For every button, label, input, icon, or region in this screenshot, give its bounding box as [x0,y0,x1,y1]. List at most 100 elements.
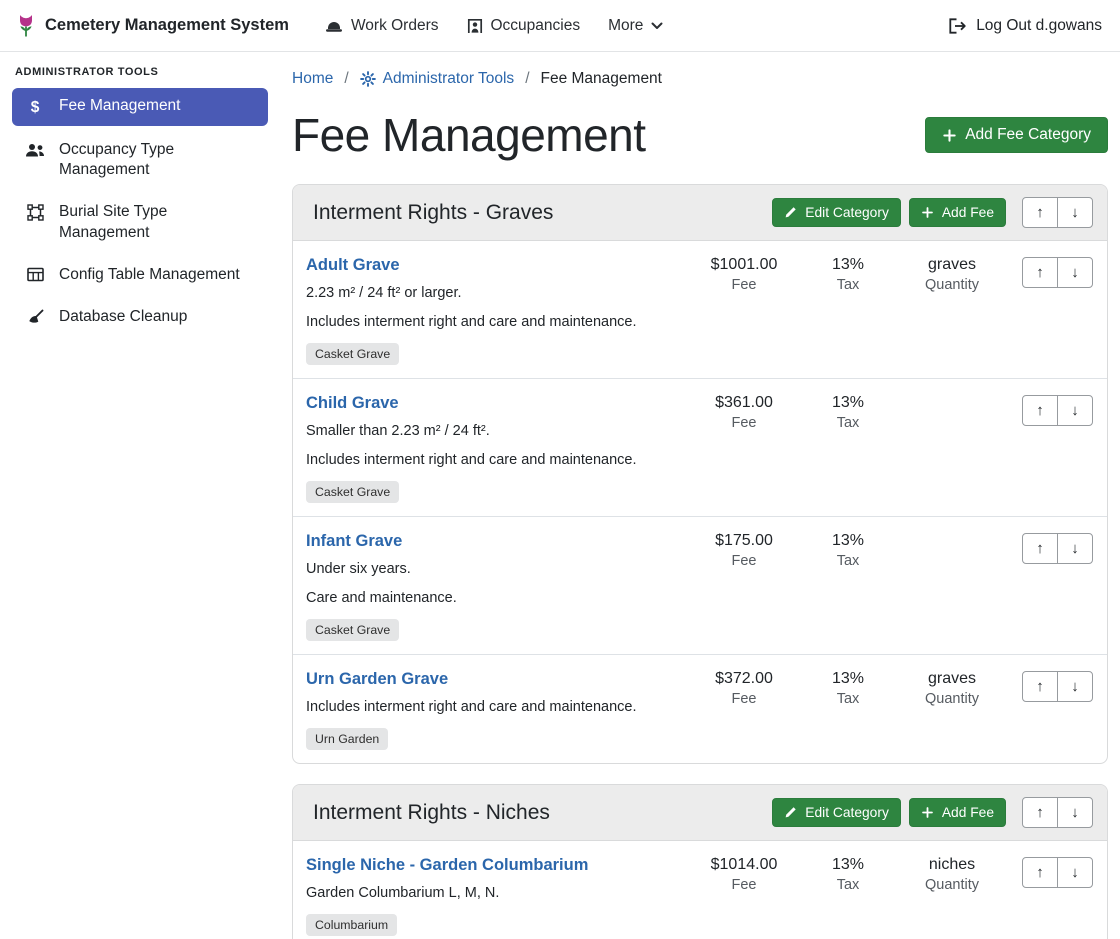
fee-tax-col: 13% Tax [796,256,900,293]
sidebar-item-fee-management[interactable]: $ Fee Management [12,88,268,126]
fee-amount-value: $175.00 [692,532,796,550]
move-down-button[interactable]: ↓ [1057,197,1093,228]
edit-category-label: Edit Category [805,805,889,820]
fee-tax-label: Tax [796,877,900,893]
fee-reorder-group: ↑ ↓ [1022,857,1093,888]
sidebar-item-label: Occupancy Type Management [59,140,256,180]
fee-name-link[interactable]: Adult Grave [306,256,400,275]
fee-quantity-value: graves [900,256,1004,274]
category-header: Interment Rights - Niches Edit Category … [293,785,1107,841]
edit-category-button[interactable]: Edit Category [772,798,901,827]
fee-quantity-label: Quantity [900,691,1004,707]
nav-item-more[interactable]: More [594,9,677,43]
fee-description: Care and maintenance. [306,588,692,609]
move-down-button[interactable]: ↓ [1057,857,1093,888]
fee-reorder-group: ↑ ↓ [1022,533,1093,564]
fee-info: Single Niche - Garden Columbarium Garden… [306,856,692,936]
add-fee-button[interactable]: Add Fee [909,798,1006,827]
fee-badge: Casket Grave [306,619,399,641]
move-down-button[interactable]: ↓ [1057,797,1093,828]
fee-quantity-col: niches Quantity [900,856,1004,893]
add-fee-category-button[interactable]: Add Fee Category [925,117,1108,153]
sidebar-item-config-table-management[interactable]: Config Table Management [12,257,268,293]
sidebar-item-burial-site-type-management[interactable]: Burial Site Type Management [12,194,268,250]
fee-badge: Columbarium [306,914,397,936]
page-title: Fee Management [292,108,646,162]
breadcrumb: Home / Administrator Tools / Fee Managem… [292,66,1108,90]
breadcrumb-home-link[interactable]: Home [292,70,333,88]
hard-hat-icon [325,18,343,34]
fee-amount-col: $175.00 Fee [692,532,796,569]
move-up-button[interactable]: ↑ [1022,257,1058,288]
plus-icon [921,806,934,819]
fee-rows: Single Niche - Garden Columbarium Garden… [293,841,1107,939]
sidebar-item-occupancy-type-management[interactable]: Occupancy Type Management [12,132,268,188]
category-reorder-group: ↑ ↓ [1022,197,1093,228]
fee-reorder-group: ↑ ↓ [1022,671,1093,702]
fee-tax-col: 13% Tax [796,856,900,893]
fee-name-link[interactable]: Child Grave [306,394,399,413]
pencil-icon [784,206,797,219]
move-up-button[interactable]: ↑ [1022,197,1058,228]
fee-amount-label: Fee [692,553,796,569]
move-up-button[interactable]: ↑ [1022,671,1058,702]
fee-amount-value: $1014.00 [692,856,796,874]
fee-category-card: Interment Rights - Niches Edit Category … [292,784,1108,939]
pencil-icon [784,806,797,819]
fee-quantity-col: graves Quantity [900,670,1004,707]
move-up-button[interactable]: ↑ [1022,797,1058,828]
fee-description: 2.23 m² / 24 ft² or larger. [306,283,692,304]
move-up-button[interactable]: ↑ [1022,395,1058,426]
fee-tax-col: 13% Tax [796,670,900,707]
top-navbar: Cemetery Management System Work Orders O… [0,0,1120,52]
fee-amount-col: $1001.00 Fee [692,256,796,293]
chevron-down-icon [651,22,663,30]
logout-icon [948,18,967,34]
breadcrumb-admin-tools-link[interactable]: Administrator Tools [360,70,515,88]
move-up-button[interactable]: ↑ [1022,533,1058,564]
move-up-button[interactable]: ↑ [1022,857,1058,888]
fee-name-link[interactable]: Urn Garden Grave [306,670,448,689]
fee-amount-col: $1014.00 Fee [692,856,796,893]
fee-info: Adult Grave 2.23 m² / 24 ft² or larger. I… [306,256,692,365]
fee-tax-value: 13% [796,256,900,274]
nav-item-occupancies[interactable]: Occupancies [453,9,595,43]
fee-description: Includes interment right and care and ma… [306,450,692,471]
move-down-button[interactable]: ↓ [1057,533,1093,564]
fee-rows: Adult Grave 2.23 m² / 24 ft² or larger. I… [293,241,1107,763]
main-content: Home / Administrator Tools / Fee Managem… [280,52,1120,939]
fee-quantity-col: graves Quantity [900,256,1004,293]
fee-row: Adult Grave 2.23 m² / 24 ft² or larger. I… [293,241,1107,379]
tulip-logo-icon [16,13,36,39]
sidebar-item-label: Config Table Management [59,265,240,285]
fee-tax-value: 13% [796,856,900,874]
fee-description: Includes interment right and care and ma… [306,312,692,333]
logout-button[interactable]: Log Out d.gowans [946,9,1104,43]
fee-tax-value: 13% [796,532,900,550]
fee-info: Urn Garden Grave Includes interment righ… [306,670,692,750]
fee-tax-col: 13% Tax [796,532,900,569]
sidebar-item-label: Fee Management [59,96,181,116]
app-brand[interactable]: Cemetery Management System [16,13,289,39]
move-down-button[interactable]: ↓ [1057,671,1093,702]
fee-name-link[interactable]: Single Niche - Garden Columbarium [306,856,588,875]
gear-icon [360,71,376,87]
move-down-button[interactable]: ↓ [1057,257,1093,288]
edit-category-button[interactable]: Edit Category [772,198,901,227]
sidebar-item-label: Database Cleanup [59,307,187,327]
fee-row: Child Grave Smaller than 2.23 m² / 24 ft… [293,379,1107,517]
fee-amount-label: Fee [692,277,796,293]
fee-tax-label: Tax [796,415,900,431]
add-fee-label: Add Fee [942,805,994,820]
add-fee-button[interactable]: Add Fee [909,198,1006,227]
fee-badge: Casket Grave [306,343,399,365]
fee-name-link[interactable]: Infant Grave [306,532,402,551]
move-down-button[interactable]: ↓ [1057,395,1093,426]
dollar-icon: $ [24,98,46,118]
fee-row: Single Niche - Garden Columbarium Garden… [293,841,1107,939]
sidebar-item-database-cleanup[interactable]: Database Cleanup [12,299,268,335]
nav-item-work-orders[interactable]: Work Orders [311,9,453,43]
fee-amount-label: Fee [692,877,796,893]
fee-tax-label: Tax [796,553,900,569]
fee-amount-value: $1001.00 [692,256,796,274]
